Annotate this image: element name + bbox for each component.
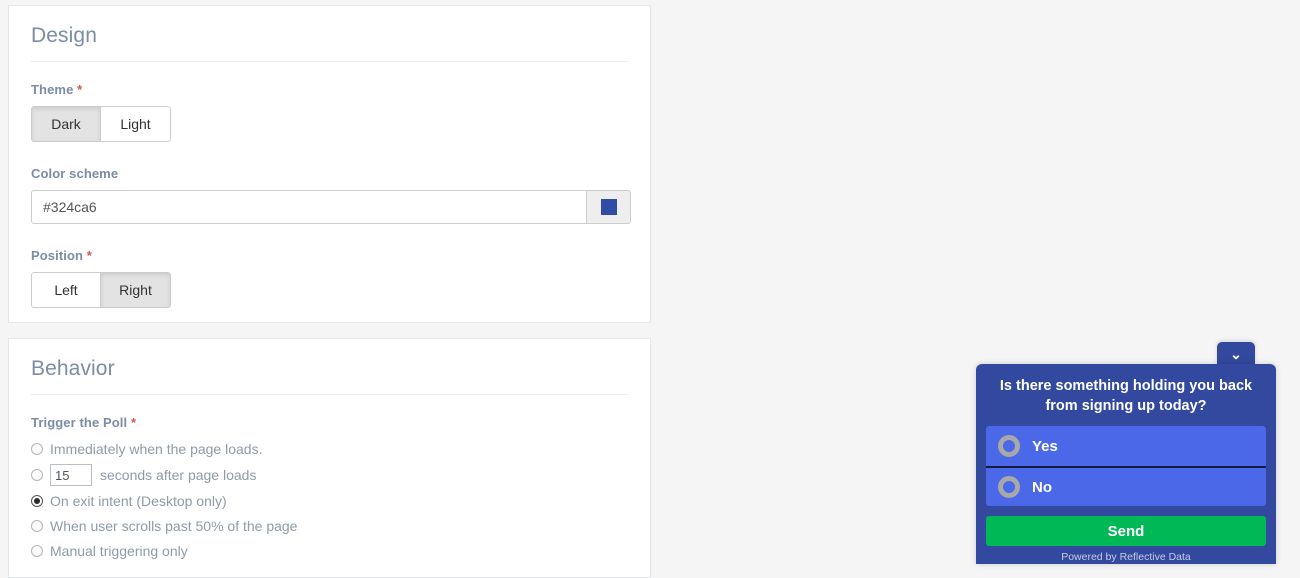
trigger-option-immediately[interactable]: Immediately when the page loads. bbox=[31, 439, 628, 459]
theme-label: Theme * bbox=[31, 82, 628, 97]
trigger-option-delay[interactable]: seconds after page loads bbox=[31, 464, 628, 486]
design-card-title: Design bbox=[31, 24, 97, 47]
poll-option-no-label: No bbox=[1032, 478, 1052, 496]
design-card-body: Theme * Dark Light Color scheme Position… bbox=[9, 62, 650, 308]
theme-button-group: Dark Light bbox=[31, 106, 171, 142]
position-field: Position * Left Right bbox=[31, 248, 628, 308]
poll-send-button[interactable]: Send bbox=[986, 516, 1266, 546]
trigger-option-delay-label: seconds after page loads bbox=[100, 467, 257, 483]
design-card: Design Theme * Dark Light Color scheme #… bbox=[8, 5, 651, 323]
trigger-option-exit-intent-label: On exit intent (Desktop only) bbox=[50, 493, 227, 509]
poll-question: Is there something holding you back from… bbox=[999, 378, 1253, 414]
color-picker-button[interactable] bbox=[587, 190, 631, 224]
theme-option-dark[interactable]: Dark bbox=[31, 106, 101, 142]
trigger-poll-required-marker: * bbox=[130, 415, 137, 430]
behavior-card-body: Trigger the Poll * Immediately when the … bbox=[9, 395, 650, 561]
radio-icon-immediately[interactable] bbox=[31, 443, 43, 455]
radio-icon-yes[interactable] bbox=[998, 435, 1020, 457]
radio-icon-no[interactable] bbox=[998, 476, 1020, 498]
color-swatch-icon bbox=[600, 199, 617, 215]
theme-field: Theme * Dark Light bbox=[31, 82, 628, 142]
position-label: Position * bbox=[31, 248, 628, 263]
poll-option-yes-label: Yes bbox=[1032, 437, 1058, 455]
poll-options-list: Yes No bbox=[986, 426, 1266, 506]
behavior-card-title: Behavior bbox=[31, 357, 115, 380]
color-scheme-label: Color scheme bbox=[31, 166, 119, 181]
color-scheme-input[interactable] bbox=[31, 190, 587, 224]
trigger-poll-label: Trigger the Poll * bbox=[31, 415, 628, 430]
radio-icon-scroll[interactable] bbox=[31, 520, 43, 532]
theme-option-light[interactable]: Light bbox=[101, 106, 171, 142]
poll-widget: Is there something holding you back from… bbox=[976, 364, 1276, 564]
position-label-text: Position bbox=[31, 248, 84, 263]
trigger-option-manual[interactable]: Manual triggering only bbox=[31, 541, 628, 561]
behavior-card: Behavior Trigger the Poll * Immediately … bbox=[8, 338, 651, 578]
poll-collapse-toggle[interactable]: ⌄ bbox=[1217, 342, 1255, 366]
position-option-left[interactable]: Left bbox=[31, 272, 101, 308]
radio-icon-exit-intent[interactable] bbox=[31, 495, 43, 507]
trigger-option-exit-intent[interactable]: On exit intent (Desktop only) bbox=[31, 491, 628, 511]
color-scheme-field: Color scheme bbox=[31, 166, 631, 224]
theme-label-text: Theme bbox=[31, 82, 74, 97]
trigger-poll-label-text: Trigger the Poll bbox=[31, 415, 128, 430]
trigger-option-scroll[interactable]: When user scrolls past 50% of the page bbox=[31, 516, 628, 536]
poll-option-no[interactable]: No bbox=[986, 466, 1266, 506]
poll-option-yes[interactable]: Yes bbox=[986, 426, 1266, 466]
color-scheme-row bbox=[31, 190, 631, 224]
poll-footer-credit: Powered by Reflective Data bbox=[1061, 551, 1191, 563]
position-button-group: Left Right bbox=[31, 272, 171, 308]
radio-icon-delay[interactable] bbox=[31, 469, 43, 481]
trigger-radio-list: Immediately when the page loads. seconds… bbox=[31, 439, 628, 561]
trigger-option-manual-label: Manual triggering only bbox=[50, 543, 188, 559]
delay-seconds-input[interactable] bbox=[50, 464, 92, 486]
position-required-marker: * bbox=[86, 248, 92, 263]
chevron-down-icon: ⌄ bbox=[1230, 345, 1242, 362]
trigger-option-scroll-label: When user scrolls past 50% of the page bbox=[50, 518, 298, 534]
position-option-right[interactable]: Right bbox=[101, 272, 171, 308]
radio-icon-manual[interactable] bbox=[31, 545, 43, 557]
trigger-option-immediately-label: Immediately when the page loads. bbox=[50, 441, 263, 457]
theme-required-marker: * bbox=[77, 82, 83, 97]
